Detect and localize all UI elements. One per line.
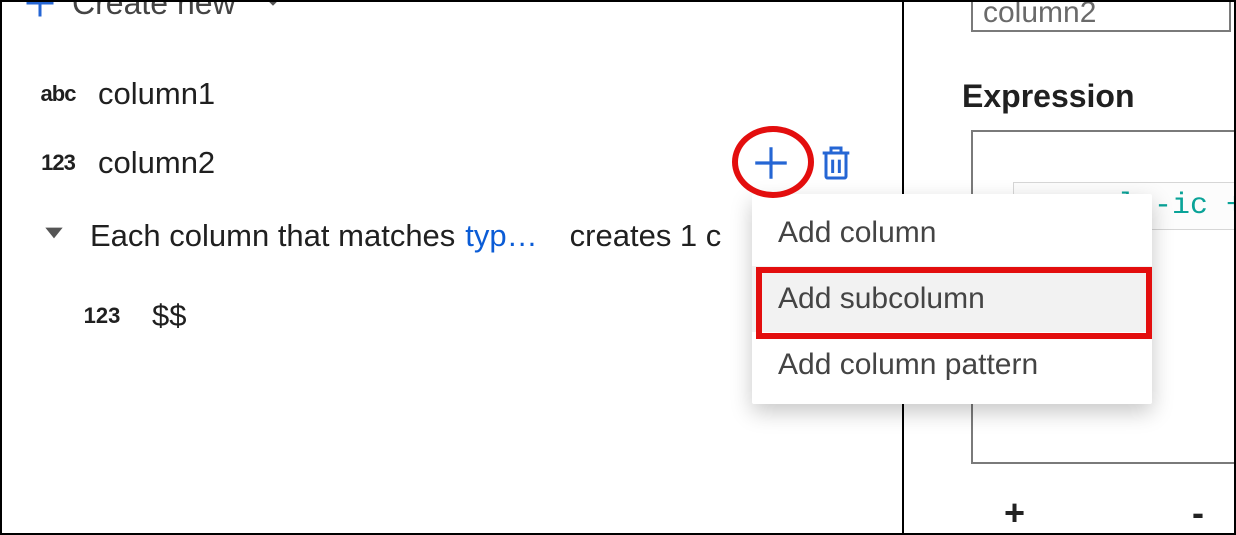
column-row[interactable]: 123 column2	[32, 145, 215, 181]
menu-item-add-subcolumn[interactable]: Add subcolumn	[752, 266, 1152, 332]
menu-item-add-column[interactable]: Add column	[752, 200, 1152, 266]
expression-heading: Expression	[962, 78, 1135, 115]
expression-ops: + -	[1004, 492, 1204, 534]
subcolumn-row[interactable]: 123 $$	[76, 298, 186, 334]
caret-down-icon	[34, 218, 74, 254]
chevron-down-icon	[258, 0, 288, 22]
op-plus-button[interactable]: +	[1004, 492, 1025, 534]
column-name: column1	[98, 76, 215, 112]
column-name: column2	[98, 145, 215, 181]
match-text-suffix: creates 1 c	[570, 218, 722, 254]
match-type-link[interactable]: typ…	[465, 218, 537, 254]
add-icon[interactable]	[750, 142, 792, 184]
row-actions	[750, 142, 856, 184]
plus-icon	[22, 0, 58, 21]
add-menu: Add column Add subcolumn Add column patt…	[752, 194, 1152, 404]
create-new-label: Create new	[72, 0, 236, 22]
subcolumn-name: $$	[152, 298, 186, 334]
create-new-button[interactable]: Create new	[22, 0, 288, 22]
type-badge-text: abc	[32, 81, 84, 107]
type-badge-number: 123	[76, 303, 128, 329]
column-name-input[interactable]: column2	[971, 0, 1231, 32]
match-text-prefix: Each column that matches	[90, 218, 455, 254]
delete-icon[interactable]	[816, 143, 856, 183]
app-frame: Create new abc column1 123 column2	[0, 0, 1236, 535]
type-badge-number: 123	[32, 150, 84, 176]
op-minus-button[interactable]: -	[1192, 492, 1204, 534]
left-pane: Create new abc column1 123 column2	[2, 2, 902, 533]
column-row[interactable]: abc column1	[32, 76, 215, 112]
menu-item-add-column-pattern[interactable]: Add column pattern	[752, 332, 1152, 398]
column-pattern-row[interactable]: Each column that matches typ… creates 1 …	[34, 218, 721, 254]
